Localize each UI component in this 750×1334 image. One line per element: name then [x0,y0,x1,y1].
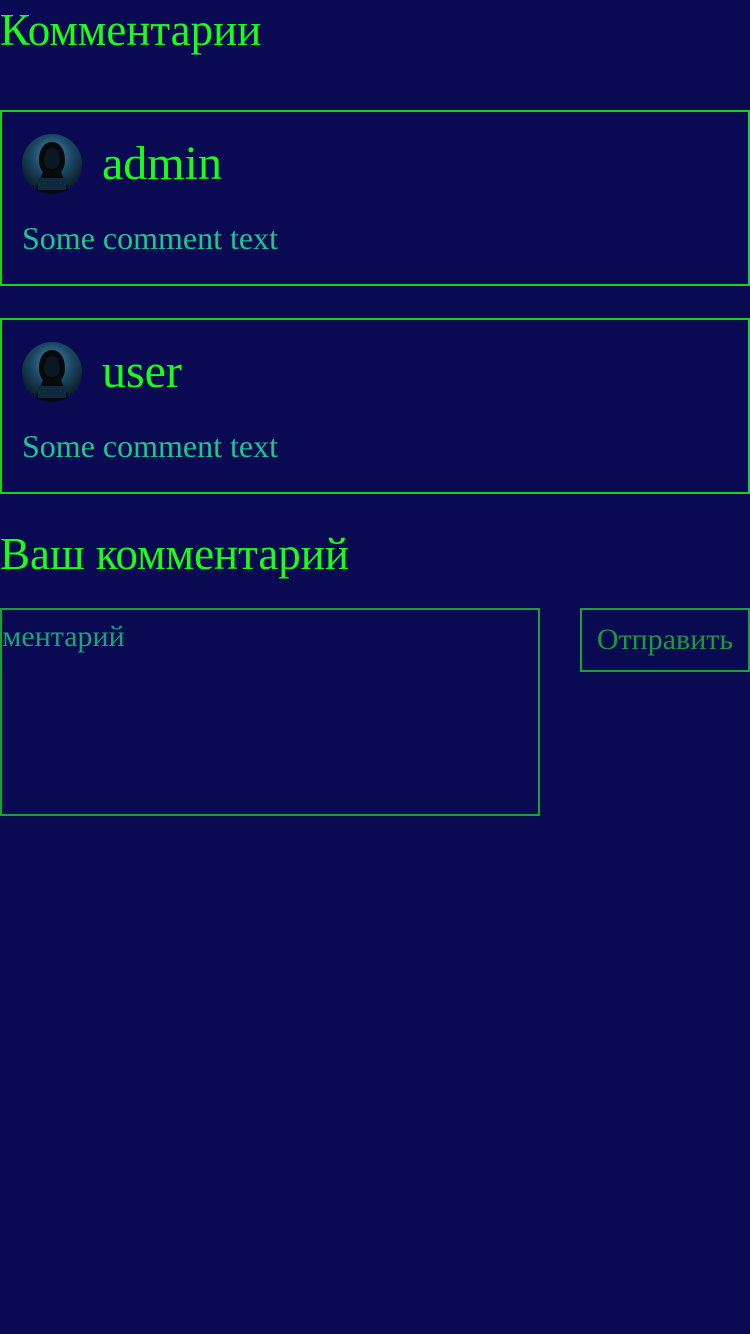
comment-input[interactable] [0,608,540,816]
avatar-hooded-hacker-icon [22,134,82,194]
submit-button[interactable]: Отправить [580,608,750,672]
comment-card: user Some comment text [0,318,750,494]
comment-text: Some comment text [22,428,278,464]
comment-author: admin [102,137,222,190]
comment-form-title: Ваш комментарий [0,529,349,579]
comment-text: Some comment text [22,220,278,256]
comment-card: admin Some comment text [0,110,750,286]
avatar-hooded-hacker-icon [22,342,82,402]
page-title: Комментарии [0,5,262,55]
comment-author: user [102,345,182,398]
